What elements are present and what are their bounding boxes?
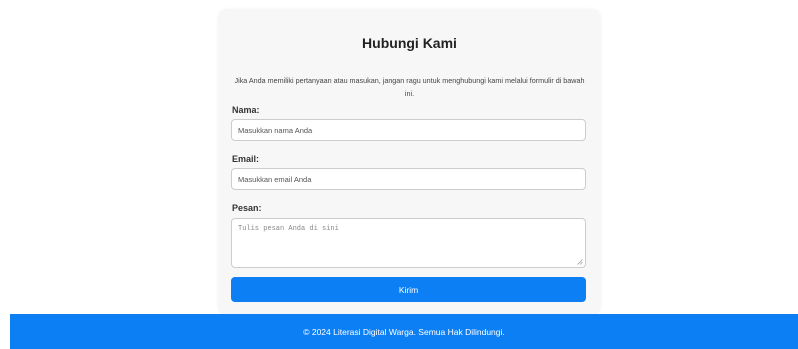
page-title: Hubungi Kami xyxy=(362,35,457,51)
name-input[interactable]: Masukkan nama Anda xyxy=(231,119,586,141)
resize-handle-icon[interactable] xyxy=(577,259,583,265)
footer: © 2024 Literasi Digital Warga. Semua Hak… xyxy=(10,314,798,349)
form-description: Jika Anda memiliki pertanyaan atau masuk… xyxy=(234,76,585,98)
message-placeholder: Tulis pesan Anda di sini xyxy=(238,225,339,233)
message-label: Pesan: xyxy=(232,203,262,213)
submit-button[interactable]: Kirim xyxy=(231,277,586,302)
email-input[interactable]: Masukkan email Anda xyxy=(231,168,586,190)
footer-copyright: © 2024 Literasi Digital Warga. Semua Hak… xyxy=(303,326,505,337)
contact-form-card: Hubungi Kami Jika Anda memiliki pertanya… xyxy=(219,9,600,314)
email-label: Email: xyxy=(232,154,260,164)
message-textarea[interactable]: Tulis pesan Anda di sini xyxy=(231,218,586,268)
name-label: Nama: xyxy=(232,105,260,115)
